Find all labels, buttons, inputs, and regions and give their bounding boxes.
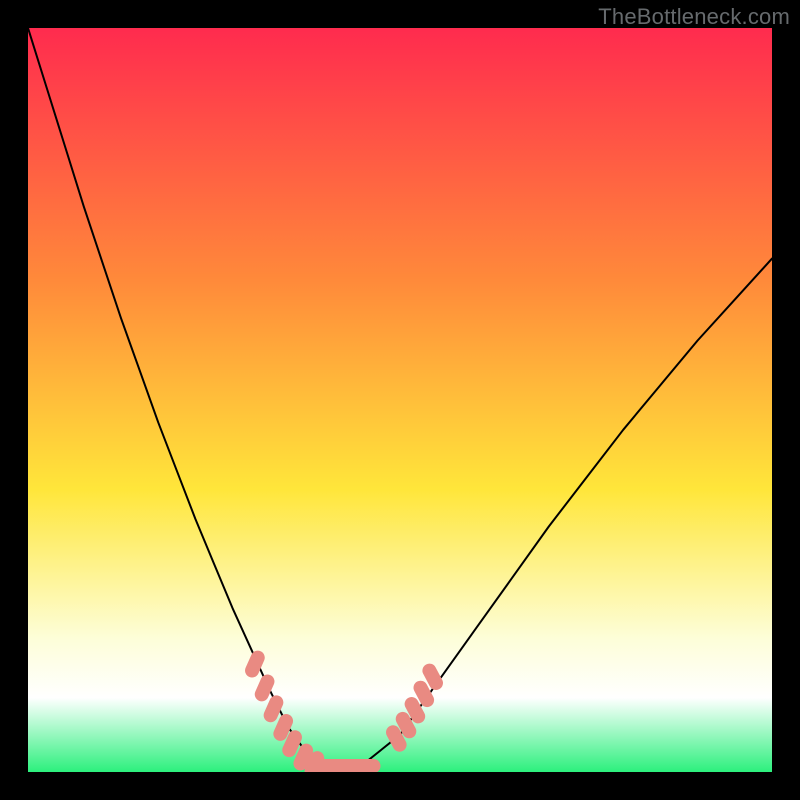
- plot-area: [28, 28, 772, 772]
- curve-marker: [353, 759, 381, 772]
- plot-svg: [28, 28, 772, 772]
- gradient-background: [28, 28, 772, 772]
- watermark-text: TheBottleneck.com: [598, 4, 790, 30]
- chart-frame: TheBottleneck.com: [0, 0, 800, 800]
